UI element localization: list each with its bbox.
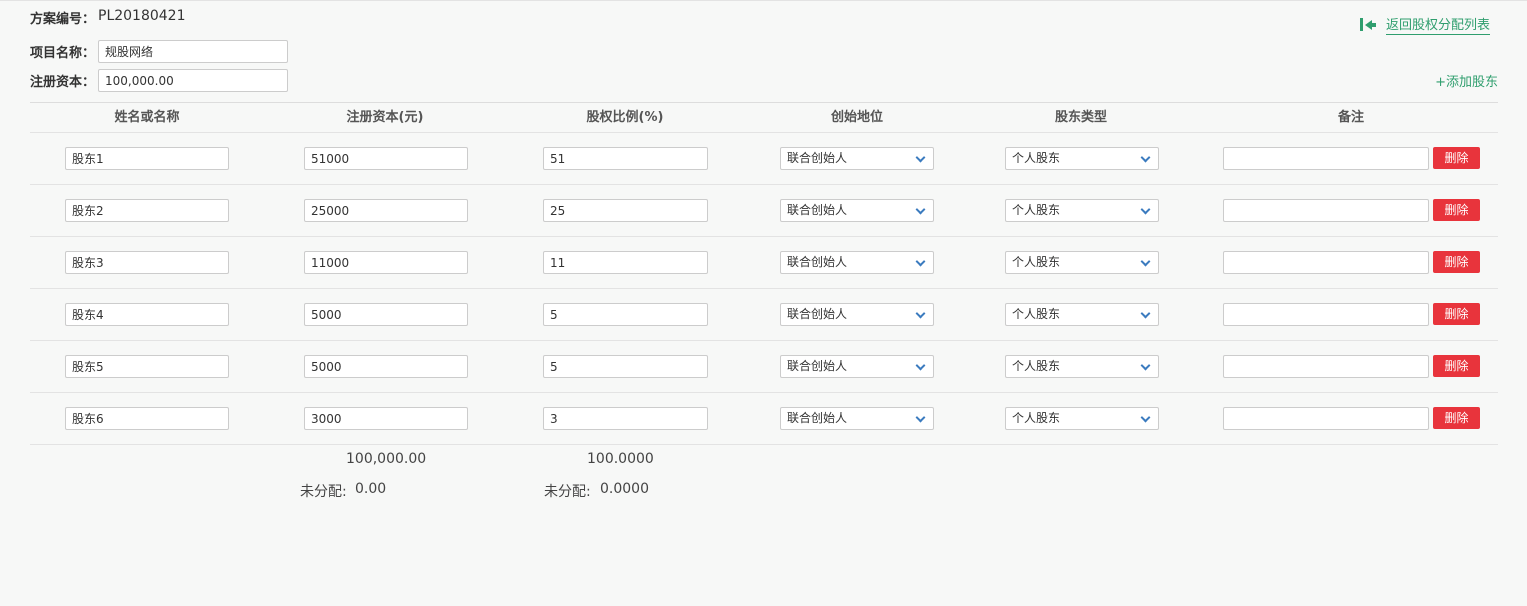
delete-button[interactable]: 删除 <box>1433 199 1480 221</box>
registered-capital-input[interactable] <box>98 69 288 92</box>
shareholder-type-value: 个人股东 <box>1012 359 1061 373</box>
table-row: 联合创始人 个人股东 删除 <box>30 133 1498 185</box>
capital-unallocated-label: 未分配: <box>300 484 347 500</box>
note-input[interactable] <box>1223 251 1429 274</box>
shareholder-type-select[interactable]: 个人股东 <box>1005 407 1159 430</box>
plan-number-label: 方案编号： <box>30 12 96 27</box>
founder-role-select[interactable]: 联合创始人 <box>780 251 934 274</box>
shareholder-ratio-input[interactable] <box>543 303 708 326</box>
project-name-label: 项目名称： <box>30 46 96 61</box>
chevron-down-icon <box>915 412 926 423</box>
founder-role-value: 联合创始人 <box>787 411 848 425</box>
shareholder-capital-input[interactable] <box>304 251 468 274</box>
back-to-list-link[interactable]: 返回股权分配列表 <box>1360 14 1491 35</box>
chevron-down-icon <box>1140 308 1151 319</box>
note-input[interactable] <box>1223 355 1429 378</box>
project-name-input[interactable] <box>98 40 288 63</box>
shareholder-capital-input[interactable] <box>304 303 468 326</box>
header-capital: 注册资本(元) <box>346 110 424 125</box>
shareholder-type-value: 个人股东 <box>1012 307 1061 321</box>
ratio-total: 100.0000 <box>587 451 654 467</box>
delete-button[interactable]: 删除 <box>1433 251 1480 273</box>
header-name: 姓名或名称 <box>114 110 180 125</box>
shareholder-type-value: 个人股东 <box>1012 411 1061 425</box>
chevron-down-icon <box>915 360 926 371</box>
founder-role-select[interactable]: 联合创始人 <box>780 147 934 170</box>
shareholder-capital-input[interactable] <box>304 355 468 378</box>
founder-role-select[interactable]: 联合创始人 <box>780 355 934 378</box>
ratio-unallocated-label: 未分配: <box>544 484 591 500</box>
table-row: 联合创始人 个人股东 删除 <box>30 237 1498 289</box>
founder-role-value: 联合创始人 <box>787 255 848 269</box>
shareholder-type-select[interactable]: 个人股东 <box>1005 251 1159 274</box>
ratio-unallocated-value: 0.0000 <box>600 481 649 497</box>
capital-total: 100,000.00 <box>346 451 427 467</box>
founder-role-select[interactable]: 联合创始人 <box>780 303 934 326</box>
table-row: 联合创始人 个人股东 删除 <box>30 185 1498 237</box>
shareholder-name-input[interactable] <box>65 199 229 222</box>
note-input[interactable] <box>1223 407 1429 430</box>
founder-role-value: 联合创始人 <box>787 203 848 217</box>
shareholder-type-select[interactable]: 个人股东 <box>1005 355 1159 378</box>
delete-button[interactable]: 删除 <box>1433 303 1480 325</box>
founder-role-value: 联合创始人 <box>787 359 848 373</box>
shareholder-capital-input[interactable] <box>304 147 468 170</box>
table-row: 联合创始人 个人股东 删除 <box>30 289 1498 341</box>
plan-number-value: PL20180421 <box>98 8 186 24</box>
shareholder-ratio-input[interactable] <box>543 251 708 274</box>
shareholder-type-value: 个人股东 <box>1012 255 1061 269</box>
shareholder-name-input[interactable] <box>65 407 229 430</box>
chevron-down-icon <box>1140 360 1151 371</box>
capital-unallocated-value: 0.00 <box>355 481 387 497</box>
header-founder-role: 创始地位 <box>830 110 884 125</box>
delete-button[interactable]: 删除 <box>1433 407 1480 429</box>
shareholder-ratio-input[interactable] <box>543 355 708 378</box>
registered-capital-label: 注册资本： <box>30 75 96 90</box>
chevron-down-icon <box>1140 412 1151 423</box>
top-divider <box>0 0 1527 1</box>
chevron-down-icon <box>915 256 926 267</box>
delete-button[interactable]: 删除 <box>1433 147 1480 169</box>
shareholder-type-select[interactable]: 个人股东 <box>1005 303 1159 326</box>
table-header: 姓名或名称 注册资本(元) 股权比例(%) 创始地位 股东类型 备注 <box>30 103 1498 133</box>
arrow-left-to-bar-icon <box>1360 18 1376 31</box>
shareholder-capital-input[interactable] <box>304 199 468 222</box>
shareholder-ratio-input[interactable] <box>543 407 708 430</box>
shareholder-ratio-input[interactable] <box>543 199 708 222</box>
chevron-down-icon <box>915 152 926 163</box>
shareholder-capital-input[interactable] <box>304 407 468 430</box>
note-input[interactable] <box>1223 147 1429 170</box>
founder-role-value: 联合创始人 <box>787 151 848 165</box>
note-input[interactable] <box>1223 199 1429 222</box>
chevron-down-icon <box>1140 152 1151 163</box>
chevron-down-icon <box>915 204 926 215</box>
shareholder-type-select[interactable]: 个人股东 <box>1005 147 1159 170</box>
back-to-list-label: 返回股权分配列表 <box>1386 14 1491 35</box>
shareholder-name-input[interactable] <box>65 147 229 170</box>
shareholder-type-select[interactable]: 个人股东 <box>1005 199 1159 222</box>
chevron-down-icon <box>1140 256 1151 267</box>
table-row: 联合创始人 个人股东 删除 <box>30 341 1498 393</box>
chevron-down-icon <box>1140 204 1151 215</box>
shareholder-name-input[interactable] <box>65 251 229 274</box>
header-ratio: 股权比例(%) <box>586 110 664 125</box>
header-shareholder-type: 股东类型 <box>1054 110 1108 125</box>
shareholder-name-input[interactable] <box>65 355 229 378</box>
chevron-down-icon <box>915 308 926 319</box>
founder-role-select[interactable]: 联合创始人 <box>780 199 934 222</box>
shareholder-name-input[interactable] <box>65 303 229 326</box>
shareholder-table: 姓名或名称 注册资本(元) 股权比例(%) 创始地位 股东类型 备注 联合创始人… <box>30 102 1498 445</box>
shareholder-ratio-input[interactable] <box>543 147 708 170</box>
founder-role-value: 联合创始人 <box>787 307 848 321</box>
shareholder-type-value: 个人股东 <box>1012 151 1061 165</box>
add-shareholder-link[interactable]: +添加股东 <box>1435 71 1498 90</box>
shareholder-type-value: 个人股东 <box>1012 203 1061 217</box>
table-row: 联合创始人 个人股东 删除 <box>30 393 1498 445</box>
delete-button[interactable]: 删除 <box>1433 355 1480 377</box>
founder-role-select[interactable]: 联合创始人 <box>780 407 934 430</box>
header-note: 备注 <box>1337 110 1365 125</box>
note-input[interactable] <box>1223 303 1429 326</box>
